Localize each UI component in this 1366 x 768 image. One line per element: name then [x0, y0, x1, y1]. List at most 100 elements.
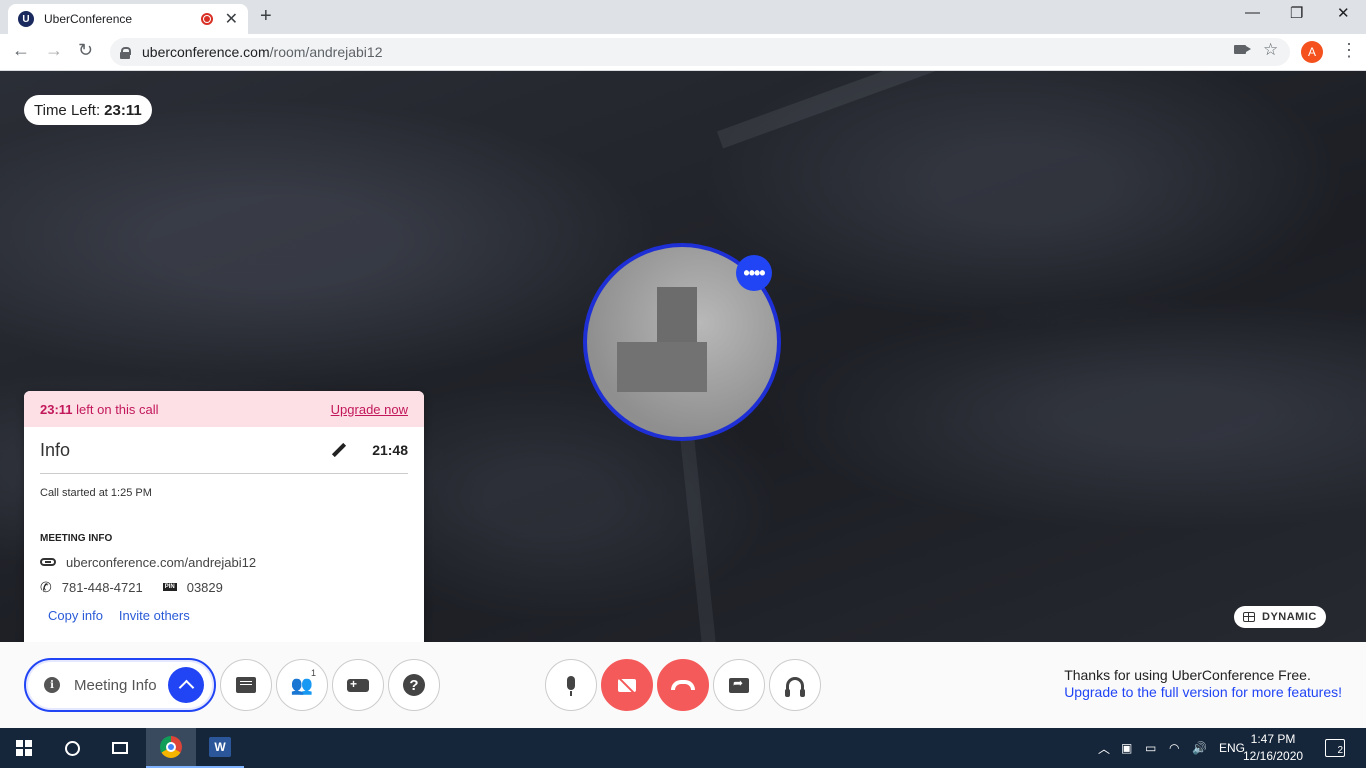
- profile-avatar[interactable]: A: [1301, 41, 1323, 63]
- new-tab-plus-icon[interactable]: +: [260, 5, 272, 28]
- url-host: uberconference.com: [142, 44, 270, 60]
- screen-share-icon: [729, 676, 749, 693]
- info-icon: i: [44, 677, 60, 693]
- copy-info-link[interactable]: Copy info: [48, 608, 103, 623]
- time-remaining-banner: 23:11 left on this call Upgrade now: [24, 391, 424, 427]
- upgrade-now-link[interactable]: Upgrade now: [331, 402, 408, 417]
- people-icon: 👥: [290, 674, 314, 695]
- time-left-value: 23:11: [104, 101, 142, 119]
- info-title: Info: [40, 439, 71, 460]
- banner-message: 23:11 left on this call: [40, 402, 159, 417]
- word-icon: W: [209, 737, 231, 757]
- url-path: /room/andrejabi12: [269, 44, 383, 60]
- browser-tab-strip: U UberConference ✕ + — ❐ ✕: [0, 0, 1366, 34]
- phone-icon: ✆: [40, 578, 52, 595]
- call-started-text: Call started at 1:25 PM: [40, 487, 152, 499]
- participants-count: 1: [311, 668, 317, 678]
- star-icon[interactable]: ☆: [1263, 40, 1278, 60]
- video-toggle-button[interactable]: [601, 659, 653, 711]
- hang-up-button[interactable]: [657, 659, 709, 711]
- kebab-icon[interactable]: ⋮: [1340, 40, 1358, 61]
- reload-icon[interactable]: ↻: [78, 40, 93, 61]
- windows-icon: [16, 740, 32, 756]
- chat-icon: [236, 677, 256, 693]
- elapsed-time: 21:48: [372, 442, 408, 458]
- search-icon: [64, 740, 80, 756]
- help-icon: ?: [403, 674, 425, 696]
- more-dots-icon[interactable]: ••••: [736, 255, 772, 291]
- tab-close-icon[interactable]: ✕: [225, 9, 238, 29]
- window-close-icon[interactable]: ✕: [1337, 4, 1350, 22]
- notification-center-icon[interactable]: 2: [1325, 739, 1345, 757]
- banner-text: left on this call: [76, 401, 159, 417]
- start-button[interactable]: [0, 728, 48, 768]
- back-icon[interactable]: ←: [12, 40, 30, 61]
- uberconference-favicon: U: [18, 11, 34, 27]
- chat-button[interactable]: [220, 659, 272, 711]
- grid-icon: [1243, 612, 1255, 622]
- tray-network-icon[interactable]: ▣: [1121, 728, 1132, 768]
- pencil-icon[interactable]: [332, 443, 346, 457]
- meeting-info-label: Meeting Info: [74, 676, 157, 694]
- screen-share-button[interactable]: [713, 659, 765, 711]
- meeting-url[interactable]: uberconference.com/andrejabi12: [66, 555, 256, 570]
- tray-chevron-icon[interactable]: ︿: [1098, 728, 1110, 768]
- tab-title: UberConference: [44, 12, 133, 26]
- headset-icon: [785, 677, 805, 697]
- help-button[interactable]: ?: [388, 659, 440, 711]
- windows-taskbar: W ︿ ▣ ▭ ◠ 🔊 ENG 1:47 PM 12/16/2020 2: [0, 728, 1366, 768]
- chrome-icon: [160, 736, 182, 758]
- mic-icon: [567, 676, 575, 696]
- dial-in-row: ✆ 781-448-4721 PIN 03829: [40, 578, 408, 595]
- hangup-icon: [671, 680, 695, 690]
- info-header: Info 21:48: [40, 427, 408, 474]
- link-icon: [40, 558, 56, 566]
- meeting-info-panel: 23:11 left on this call Upgrade now Info…: [24, 391, 424, 648]
- banner-time: 23:11: [40, 401, 73, 417]
- phone-number: 781-448-4721: [61, 579, 143, 595]
- meeting-info-button[interactable]: i Meeting Info: [24, 658, 216, 712]
- layout-dynamic-button[interactable]: DYNAMIC: [1234, 606, 1326, 628]
- video-off-icon: [618, 678, 636, 692]
- forward-icon[interactable]: →: [45, 40, 63, 61]
- mute-button[interactable]: [545, 659, 597, 711]
- pin-icon: PIN: [162, 583, 177, 591]
- clock-date: 12/16/2020: [1243, 749, 1304, 763]
- record-icon: [200, 13, 213, 25]
- chevron-up-icon[interactable]: [168, 667, 204, 703]
- clock-time: 1:47 PM: [1250, 732, 1296, 746]
- audio-settings-button[interactable]: [769, 659, 821, 711]
- taskbar-chrome[interactable]: [146, 728, 196, 768]
- address-bar[interactable]: uberconference.com/room/andrejabi12: [110, 38, 1290, 66]
- restore-icon[interactable]: ❐: [1290, 4, 1303, 22]
- games-button[interactable]: [332, 659, 384, 711]
- battery-icon[interactable]: ▭: [1145, 728, 1156, 768]
- meeting-info-heading: MEETING INFO: [40, 533, 113, 544]
- time-left-pill: Time Left: 23:11: [24, 95, 152, 125]
- meeting-url-row: uberconference.com/andrejabi12: [40, 555, 408, 570]
- task-view-button[interactable]: [96, 728, 144, 768]
- upgrade-full-version-link[interactable]: Upgrade to the full version for more fea…: [1064, 684, 1342, 701]
- taskbar-search-button[interactable]: [48, 728, 96, 768]
- call-control-bar: i Meeting Info 👥 1 ? Thanks for using Ub…: [0, 642, 1366, 728]
- gamepad-icon: [347, 677, 369, 692]
- pin-number: 03829: [186, 579, 223, 595]
- time-left-label: Time Left:: [34, 101, 101, 119]
- browser-toolbar: ← → ↻ uberconference.com/room/andrejabi1…: [0, 34, 1366, 71]
- layout-label: DYNAMIC: [1262, 611, 1317, 623]
- invite-others-link[interactable]: Invite others: [119, 608, 190, 623]
- participants-button[interactable]: 👥 1: [276, 659, 328, 711]
- promo-text: Thanks for using UberConference Free.: [1064, 667, 1311, 683]
- minimize-icon[interactable]: —: [1245, 4, 1260, 21]
- volume-icon[interactable]: 🔊: [1192, 728, 1207, 768]
- taskbar-clock[interactable]: 1:47 PM 12/16/2020: [1243, 731, 1303, 765]
- browser-tab[interactable]: U UberConference ✕: [8, 4, 248, 34]
- taskbar-word[interactable]: W: [196, 728, 244, 768]
- lock-icon[interactable]: [120, 46, 131, 59]
- language-indicator[interactable]: ENG: [1219, 728, 1245, 768]
- background-road: [716, 71, 1366, 149]
- task-view-icon: [112, 742, 128, 754]
- avatar-image-detail: [617, 342, 707, 392]
- camera-icon[interactable]: [1234, 45, 1251, 54]
- wifi-icon[interactable]: ◠: [1169, 728, 1179, 768]
